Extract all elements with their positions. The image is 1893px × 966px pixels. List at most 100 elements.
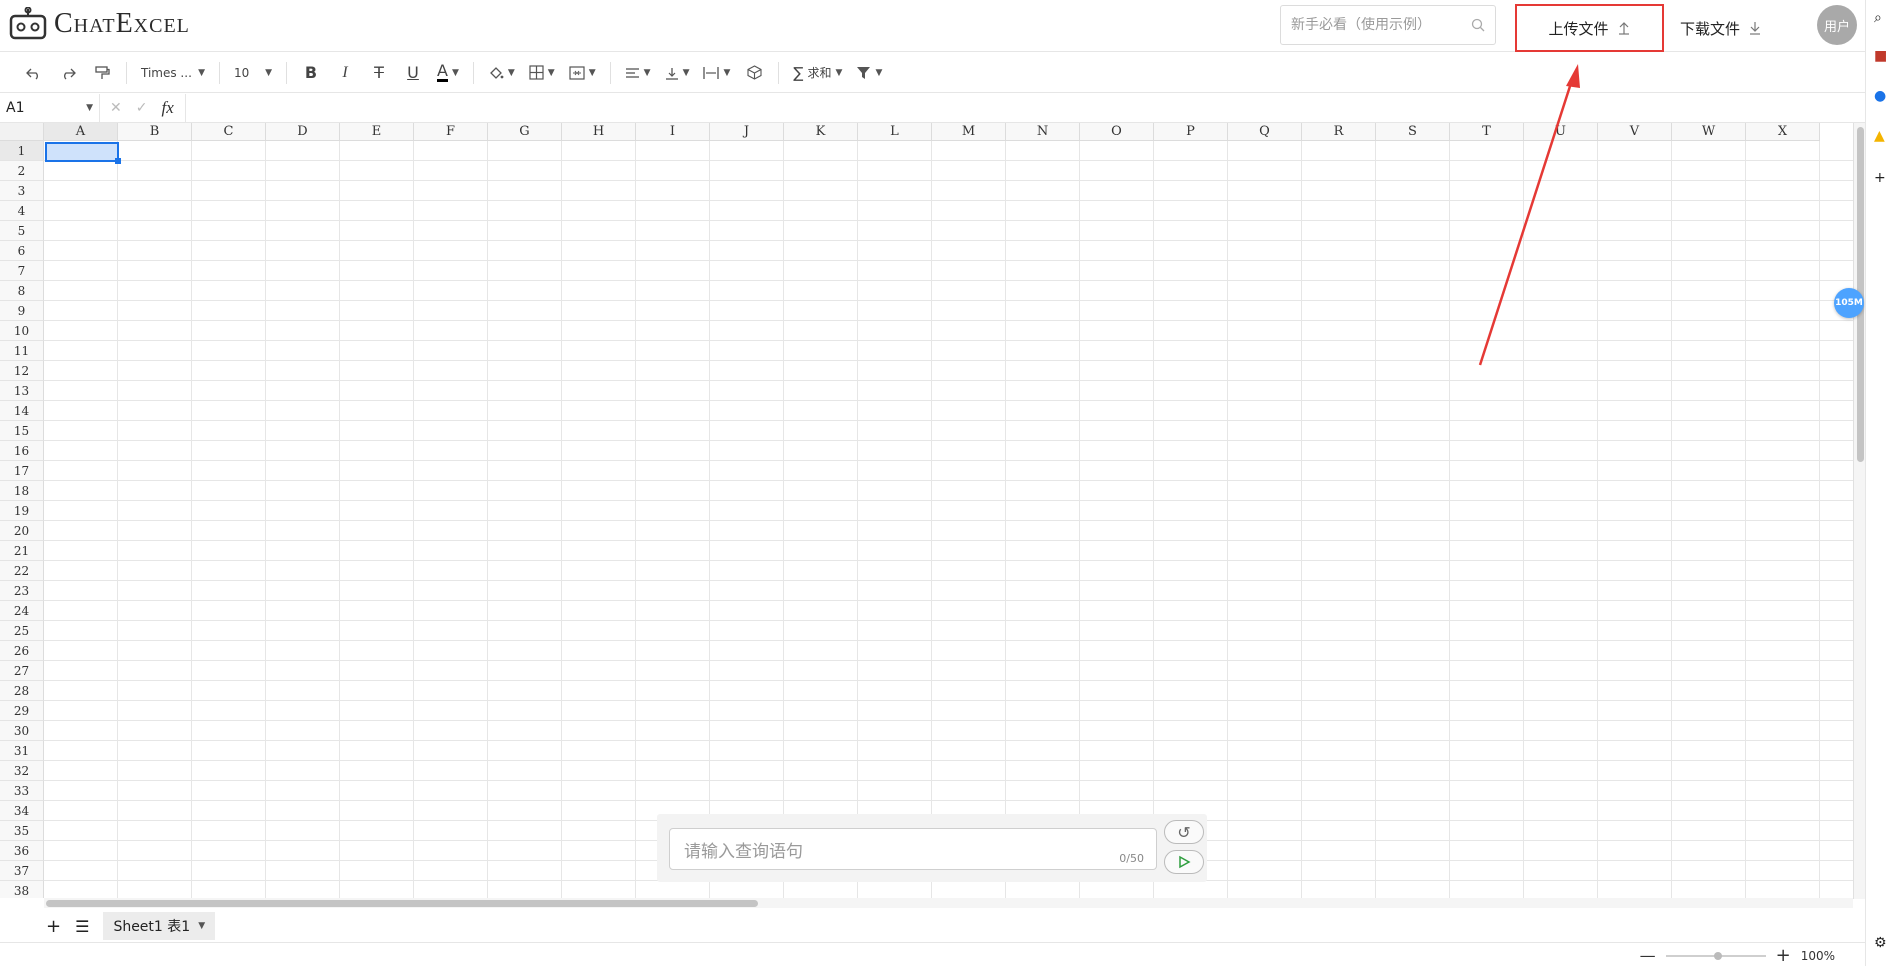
column-header[interactable]: U [1524, 123, 1598, 141]
underline-button[interactable]: U [399, 58, 427, 88]
extension-icon[interactable]: ● [1874, 88, 1886, 104]
row-header[interactable]: 20 [0, 521, 44, 541]
filter-button[interactable]: ▼ [852, 58, 886, 88]
italic-button[interactable]: I [331, 58, 359, 88]
borders-button[interactable]: ▼ [525, 58, 559, 88]
column-header[interactable]: Q [1228, 123, 1302, 141]
sheet-tab[interactable]: Sheet1 表1 ▼ [103, 912, 216, 940]
row-header[interactable]: 18 [0, 481, 44, 501]
row-header[interactable]: 17 [0, 461, 44, 481]
cell-area[interactable] [44, 141, 1853, 898]
row-header[interactable]: 28 [0, 681, 44, 701]
selected-cell-a1[interactable] [45, 142, 121, 164]
row-header[interactable]: 16 [0, 441, 44, 461]
row-header[interactable]: 9 [0, 301, 44, 321]
zoom-out-icon[interactable]: — [1640, 946, 1656, 965]
zoom-in-icon[interactable]: + [1776, 945, 1791, 966]
font-family-select[interactable]: Times ... ▼ [137, 58, 209, 88]
row-header[interactable]: 1 [0, 141, 44, 161]
column-header[interactable]: J [710, 123, 784, 141]
formula-input[interactable] [186, 94, 1865, 122]
column-header[interactable]: E [340, 123, 414, 141]
spreadsheet-grid[interactable]: A B C D E F G H I J K L M N O P Q R S T U V W X 1 2 3 4 5 6 7 8 9 10 11 12 1… [0, 123, 1865, 898]
merge-cells-button[interactable]: ▼ [565, 58, 600, 88]
memory-usage-badge[interactable]: 105M [1834, 288, 1864, 318]
upload-file-button[interactable]: 上传文件 [1515, 4, 1664, 52]
column-header[interactable]: K [784, 123, 858, 141]
row-header[interactable]: 15 [0, 421, 44, 441]
zoom-slider-knob[interactable] [1713, 951, 1722, 960]
font-color-button[interactable]: A ▼ [433, 58, 463, 88]
horizontal-scroll-thumb[interactable] [46, 900, 758, 907]
text-wrap-button[interactable]: ▼ [699, 58, 734, 88]
row-header[interactable]: 6 [0, 241, 44, 261]
search-icon[interactable]: ⌕ [1874, 10, 1882, 26]
vertical-align-button[interactable]: ▼ [661, 58, 694, 88]
row-header[interactable]: 36 [0, 841, 44, 861]
extension-icon[interactable]: ■ [1874, 48, 1887, 64]
download-file-button[interactable]: 下载文件 [1680, 4, 1762, 52]
add-icon[interactable]: + [1874, 170, 1886, 186]
column-header[interactable]: S [1376, 123, 1450, 141]
column-header[interactable]: C [192, 123, 266, 141]
query-input[interactable]: 请输入查询语句 0/50 [669, 828, 1157, 870]
user-avatar[interactable]: 用户 [1817, 5, 1857, 45]
help-search-input[interactable] [1291, 17, 1471, 33]
row-header[interactable]: 22 [0, 561, 44, 581]
sheet-list-icon[interactable]: ☰ [75, 917, 89, 936]
row-header[interactable]: 37 [0, 861, 44, 881]
column-header[interactable]: T [1450, 123, 1524, 141]
gear-icon[interactable]: ⚙ [1874, 935, 1887, 951]
row-header[interactable]: 19 [0, 501, 44, 521]
row-header[interactable]: 11 [0, 341, 44, 361]
column-header[interactable]: V [1598, 123, 1672, 141]
reset-button[interactable]: ↺ [1164, 820, 1204, 844]
column-header[interactable]: A [44, 123, 118, 141]
bold-button[interactable]: B [297, 58, 325, 88]
column-header[interactable]: B [118, 123, 192, 141]
format-painter-button[interactable] [88, 58, 116, 88]
zoom-slider[interactable] [1665, 951, 1766, 960]
cancel-icon[interactable]: ✕ [110, 100, 122, 116]
strikethrough-button[interactable]: T [365, 58, 393, 88]
font-size-select[interactable]: 10 ▼ [230, 58, 276, 88]
row-header[interactable]: 38 [0, 881, 44, 898]
row-header[interactable]: 13 [0, 381, 44, 401]
row-header[interactable]: 8 [0, 281, 44, 301]
row-header[interactable]: 32 [0, 761, 44, 781]
column-header[interactable]: F [414, 123, 488, 141]
column-header[interactable]: D [266, 123, 340, 141]
column-header[interactable]: R [1302, 123, 1376, 141]
row-header[interactable]: 34 [0, 801, 44, 821]
row-header[interactable]: 21 [0, 541, 44, 561]
vertical-scrollbar[interactable] [1853, 123, 1865, 899]
horizontal-scrollbar[interactable] [44, 898, 1853, 908]
row-header[interactable]: 4 [0, 201, 44, 221]
send-button[interactable] [1164, 850, 1204, 874]
extension-icon[interactable]: ▲ [1874, 128, 1885, 144]
row-header[interactable]: 14 [0, 401, 44, 421]
confirm-check-icon[interactable]: ✓ [136, 100, 148, 116]
row-header[interactable]: 26 [0, 641, 44, 661]
function-icon[interactable]: fx [161, 98, 173, 118]
fill-color-button[interactable]: ▼ [484, 58, 519, 88]
row-header[interactable]: 25 [0, 621, 44, 641]
row-header[interactable]: 3 [0, 181, 44, 201]
column-header[interactable]: X [1746, 123, 1820, 141]
column-header[interactable]: W [1672, 123, 1746, 141]
row-header[interactable]: 7 [0, 261, 44, 281]
row-header[interactable]: 31 [0, 741, 44, 761]
add-sheet-icon[interactable]: + [46, 916, 61, 937]
column-header[interactable]: M [932, 123, 1006, 141]
row-header[interactable]: 35 [0, 821, 44, 841]
column-header[interactable]: O [1080, 123, 1154, 141]
row-header[interactable]: 23 [0, 581, 44, 601]
undo-button[interactable] [20, 58, 48, 88]
search-icon[interactable] [1471, 18, 1485, 32]
horizontal-align-button[interactable]: ▼ [621, 58, 655, 88]
row-header[interactable]: 27 [0, 661, 44, 681]
name-box[interactable]: A1 ▼ [0, 94, 100, 122]
row-header[interactable]: 12 [0, 361, 44, 381]
column-header[interactable]: H [562, 123, 636, 141]
row-header[interactable]: 33 [0, 781, 44, 801]
